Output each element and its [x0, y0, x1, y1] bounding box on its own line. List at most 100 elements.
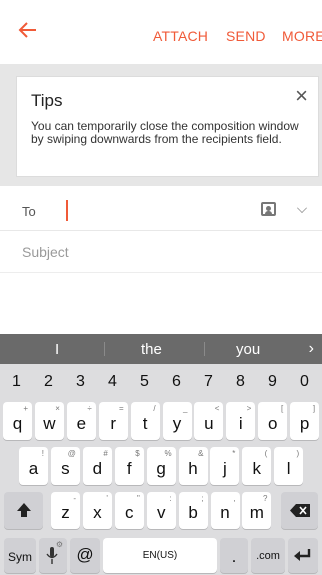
subject-field[interactable]: Subject	[0, 230, 322, 273]
key-u[interactable]: u <	[194, 402, 224, 440]
key-alt-label: ?	[262, 494, 268, 503]
key-label: c	[125, 503, 134, 522]
backspace-key[interactable]	[281, 492, 318, 529]
key-z[interactable]: z-	[51, 492, 80, 529]
key-alt-label: -	[73, 494, 76, 503]
key-alt-label: ×	[55, 404, 60, 413]
key-3[interactable]: 3	[66, 369, 95, 395]
keyboard: I the you › 1234567890 q + w × e ÷ r = t / y _ u < i > o…	[0, 334, 322, 575]
key-r[interactable]: r =	[98, 402, 128, 440]
key-alt-label: +	[23, 404, 28, 413]
key-x[interactable]: x '	[82, 492, 112, 529]
space-key[interactable]: EN(US)	[103, 538, 217, 573]
key-c[interactable]: c "	[114, 492, 144, 529]
key-label: g	[156, 459, 166, 478]
key-1[interactable]: 1	[2, 369, 31, 395]
key-t[interactable]: t /	[130, 402, 160, 440]
key-b[interactable]: b;	[178, 492, 208, 529]
key-alt-label: /	[153, 404, 156, 413]
key-label: j	[223, 459, 227, 478]
key-label: a	[28, 459, 39, 478]
key-label: s	[61, 459, 70, 478]
at-key[interactable]: @	[70, 538, 100, 573]
key-label: x	[93, 503, 102, 522]
suggestion-3[interactable]: you	[236, 341, 260, 358]
sym-key[interactable]: Sym	[4, 538, 36, 573]
key-g[interactable]: g%	[146, 447, 176, 485]
back-arrow-icon[interactable]	[16, 18, 40, 42]
key-alt-label: ,	[233, 494, 236, 503]
key-m[interactable]: m?	[242, 492, 272, 529]
key-d[interactable]: d #	[82, 447, 112, 485]
key-e[interactable]: e ÷	[66, 402, 96, 440]
key-9[interactable]: 9	[258, 369, 287, 395]
settings-icon: ⚙	[55, 540, 63, 549]
suggestion-1[interactable]: I	[55, 341, 59, 358]
key-label: n	[220, 503, 230, 522]
key-alt-label: '	[106, 494, 108, 503]
key-label: l	[286, 459, 291, 478]
key-label: p	[299, 414, 310, 433]
chevron-down-icon[interactable]	[297, 203, 307, 213]
dot-key[interactable]: .	[220, 538, 248, 573]
key-0[interactable]: 0	[290, 369, 319, 395]
more-button[interactable]: MORE	[282, 28, 322, 44]
microphone-key[interactable]: ⚙	[39, 538, 67, 573]
key-label: v	[156, 503, 166, 522]
key-alt-label: !	[41, 449, 44, 458]
key-l[interactable]: l)	[274, 447, 304, 485]
key-label: h	[188, 459, 198, 478]
key-q[interactable]: q +	[3, 402, 32, 440]
key-6[interactable]: 6	[162, 369, 191, 395]
key-f[interactable]: f $	[114, 447, 144, 485]
to-field-row[interactable]: To	[0, 190, 322, 231]
key-alt-label: =	[119, 404, 124, 413]
key-k[interactable]: k(	[242, 447, 272, 485]
key-a[interactable]: a!	[19, 447, 48, 485]
suggestion-2[interactable]: the	[141, 341, 162, 358]
key-y[interactable]: y _	[162, 402, 192, 440]
key-label: d	[92, 459, 103, 478]
key-alt-label: ;	[201, 494, 204, 503]
key-label: o	[267, 414, 278, 433]
key-o[interactable]: o[	[258, 402, 288, 440]
key-8[interactable]: 8	[226, 369, 255, 395]
key-i[interactable]: i >	[226, 402, 256, 440]
key-4[interactable]: 4	[98, 369, 127, 395]
key-v[interactable]: v:	[146, 492, 176, 529]
key-alt-label: (	[264, 449, 268, 458]
dotcom-key[interactable]: .com	[251, 538, 285, 573]
divider	[104, 342, 105, 356]
key-h[interactable]: h &	[178, 447, 208, 485]
key-5[interactable]: 5	[130, 369, 159, 395]
close-icon[interactable]: ×	[295, 83, 308, 109]
key-label: m	[249, 503, 264, 522]
tips-title: Tips	[31, 91, 63, 110]
key-7[interactable]: 7	[194, 369, 223, 395]
key-2[interactable]: 2	[34, 369, 63, 395]
shift-key[interactable]	[4, 492, 43, 529]
contact-picker-icon[interactable]	[261, 202, 276, 216]
key-p[interactable]: p]	[290, 402, 320, 440]
enter-key[interactable]	[288, 538, 318, 573]
app-toolbar: ATTACH SEND MORE	[0, 0, 322, 64]
key-label: u	[204, 414, 214, 433]
key-n[interactable]: n,	[210, 492, 240, 529]
key-w[interactable]: w ×	[34, 402, 64, 440]
key-alt-label: &	[198, 449, 204, 458]
send-button[interactable]: SEND	[226, 28, 266, 44]
key-j[interactable]: j *	[210, 447, 240, 485]
key-alt-label: <	[214, 404, 220, 413]
chevron-right-icon[interactable]: ›	[309, 340, 314, 358]
shift-icon	[17, 503, 31, 517]
key-alt-label: >	[246, 404, 252, 413]
key-label: w	[43, 414, 56, 433]
key-alt-label: *	[232, 449, 236, 458]
attach-button[interactable]: ATTACH	[153, 28, 208, 44]
microphone-icon	[46, 547, 58, 564]
key-alt-label: @	[67, 449, 76, 458]
key-alt-label: $	[135, 449, 140, 458]
text-cursor	[66, 200, 68, 221]
key-s[interactable]: s @	[50, 447, 80, 485]
key-label: t	[142, 414, 148, 433]
